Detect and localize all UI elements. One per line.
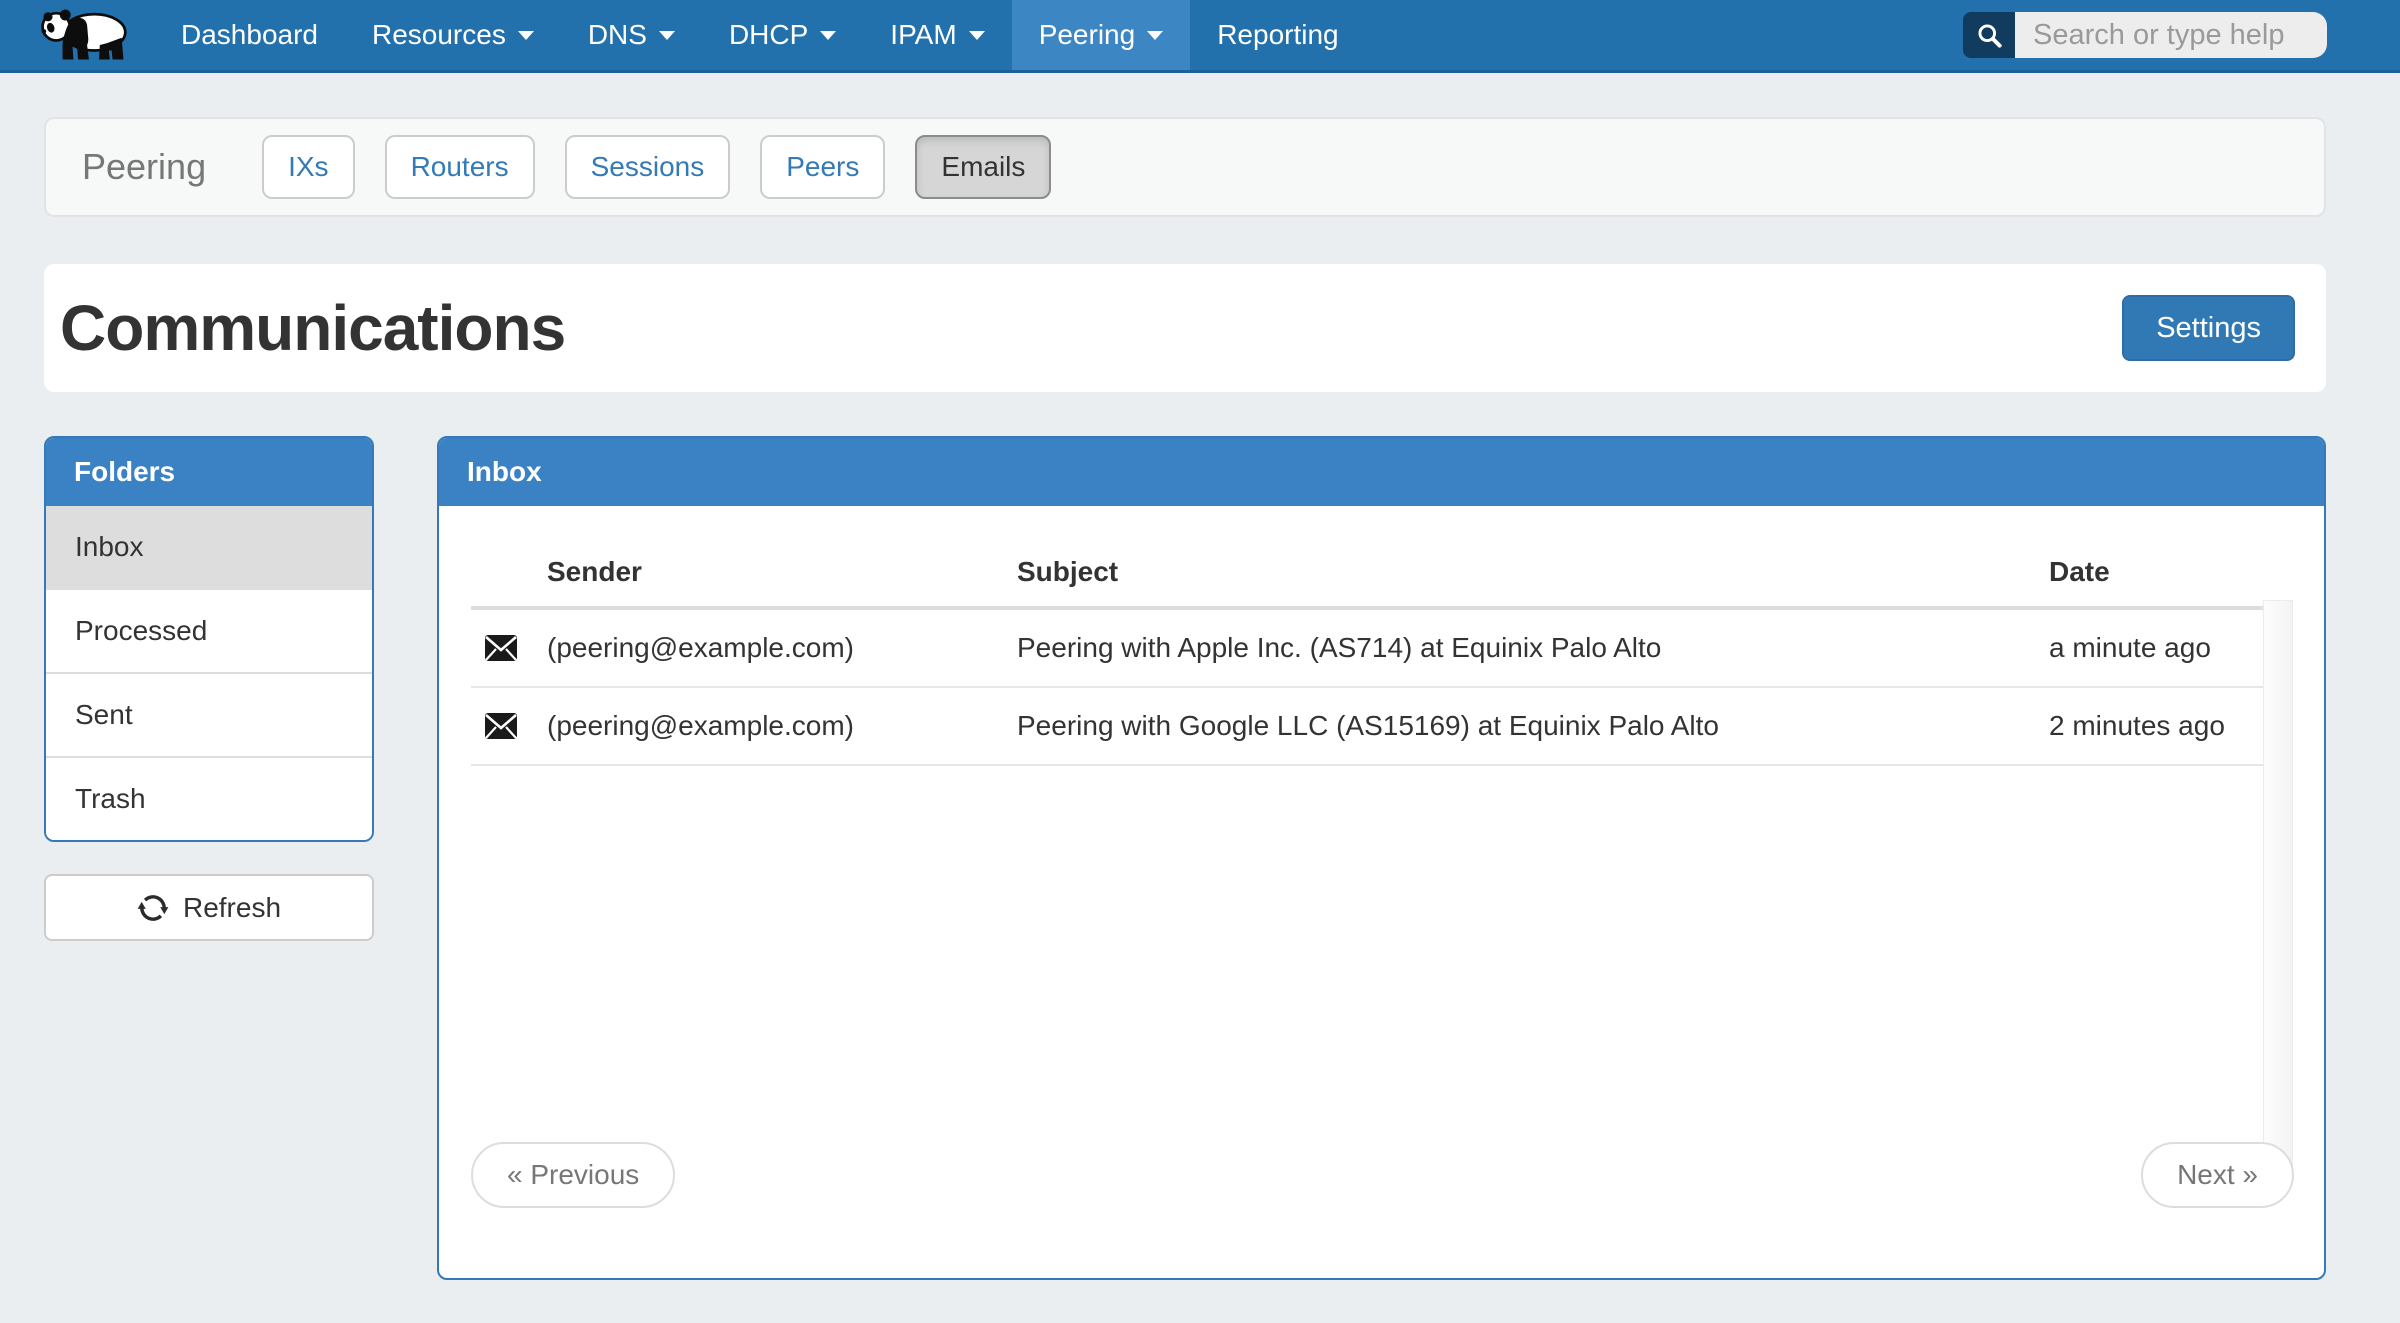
nav-item-reporting[interactable]: Reporting bbox=[1190, 0, 1365, 70]
folder-item-trash[interactable]: Trash bbox=[46, 756, 372, 840]
nav-label: DHCP bbox=[729, 19, 808, 51]
refresh-icon bbox=[137, 892, 169, 924]
folder-item-processed[interactable]: Processed bbox=[46, 588, 372, 672]
page-title: Communications bbox=[60, 291, 565, 365]
top-navbar: Dashboard Resources DNS DHCP IPAM Peerin… bbox=[0, 0, 2400, 73]
email-subject: Peering with Google LLC (AS15169) at Equ… bbox=[1017, 687, 2049, 765]
tab-emails[interactable]: Emails bbox=[915, 135, 1051, 199]
nav-label: IPAM bbox=[890, 19, 956, 51]
brand-logo[interactable] bbox=[0, 0, 154, 70]
caret-down-icon bbox=[1147, 31, 1163, 40]
peering-toolbar: Peering IXs Routers Sessions Peers Email… bbox=[44, 117, 2326, 217]
refresh-label: Refresh bbox=[183, 892, 281, 924]
email-row[interactable]: (peering@example.com) Peering with Googl… bbox=[471, 687, 2266, 765]
envelope-icon bbox=[485, 713, 517, 739]
column-subject: Subject bbox=[1017, 532, 2049, 608]
inbox-body: Sender Subject Date bbox=[439, 506, 2324, 1278]
column-icon bbox=[471, 532, 547, 608]
refresh-button[interactable]: Refresh bbox=[44, 874, 374, 941]
nav-label: Resources bbox=[372, 19, 506, 51]
folders-panel-title: Folders bbox=[46, 438, 372, 506]
inbox-panel: Inbox Sender Subject Date bbox=[437, 436, 2326, 1280]
caret-down-icon bbox=[820, 31, 836, 40]
table-header-row: Sender Subject Date bbox=[471, 532, 2266, 608]
folder-item-inbox[interactable]: Inbox bbox=[46, 506, 372, 588]
panda-logo-icon bbox=[36, 5, 140, 65]
email-sender: (peering@example.com) bbox=[547, 608, 1017, 687]
search-icon bbox=[1976, 22, 2003, 49]
column-sender: Sender bbox=[547, 532, 1017, 608]
email-row[interactable]: (peering@example.com) Peering with Apple… bbox=[471, 608, 2266, 687]
tab-routers[interactable]: Routers bbox=[385, 135, 535, 199]
nav-item-ipam[interactable]: IPAM bbox=[863, 0, 1011, 70]
previous-page-button[interactable]: « Previous bbox=[471, 1142, 675, 1208]
email-subject: Peering with Apple Inc. (AS714) at Equin… bbox=[1017, 608, 2049, 687]
nav-item-resources[interactable]: Resources bbox=[345, 0, 561, 70]
nav-label: Dashboard bbox=[181, 19, 318, 51]
caret-down-icon bbox=[659, 31, 675, 40]
toolbar-title: Peering bbox=[82, 146, 206, 188]
search-input[interactable] bbox=[2015, 12, 2327, 58]
tab-peers[interactable]: Peers bbox=[760, 135, 885, 199]
page-header-panel: Communications Settings bbox=[44, 264, 2326, 392]
inbox-panel-title: Inbox bbox=[439, 438, 2324, 506]
search-button[interactable] bbox=[1963, 12, 2015, 58]
caret-down-icon bbox=[969, 31, 985, 40]
email-sender: (peering@example.com) bbox=[547, 687, 1017, 765]
folders-panel: Folders Inbox Processed Sent Trash bbox=[44, 436, 374, 842]
search-group bbox=[1963, 12, 2327, 58]
email-table: Sender Subject Date bbox=[471, 532, 2266, 766]
inbox-main: Inbox Sender Subject Date bbox=[437, 436, 2326, 1280]
caret-down-icon bbox=[518, 31, 534, 40]
main-menu: Dashboard Resources DNS DHCP IPAM Peerin… bbox=[154, 0, 1366, 70]
column-date: Date bbox=[2049, 532, 2266, 608]
email-icon-cell bbox=[471, 608, 547, 687]
scrollbar-track[interactable] bbox=[2263, 600, 2293, 1178]
folder-item-sent[interactable]: Sent bbox=[46, 672, 372, 756]
email-date: 2 minutes ago bbox=[2049, 687, 2266, 765]
nav-item-dhcp[interactable]: DHCP bbox=[702, 0, 863, 70]
tab-sessions[interactable]: Sessions bbox=[565, 135, 731, 199]
folders-sidebar: Folders Inbox Processed Sent Trash Refre… bbox=[44, 436, 374, 941]
nav-item-dashboard[interactable]: Dashboard bbox=[154, 0, 345, 70]
email-icon-cell bbox=[471, 687, 547, 765]
nav-item-peering[interactable]: Peering bbox=[1012, 0, 1191, 70]
nav-label: Reporting bbox=[1217, 19, 1338, 51]
envelope-icon bbox=[485, 635, 517, 661]
next-page-button[interactable]: Next » bbox=[2141, 1142, 2294, 1208]
nav-label: Peering bbox=[1039, 19, 1136, 51]
nav-item-dns[interactable]: DNS bbox=[561, 0, 702, 70]
settings-button[interactable]: Settings bbox=[2122, 295, 2295, 361]
nav-label: DNS bbox=[588, 19, 647, 51]
tab-ixs[interactable]: IXs bbox=[262, 135, 354, 199]
email-date: a minute ago bbox=[2049, 608, 2266, 687]
